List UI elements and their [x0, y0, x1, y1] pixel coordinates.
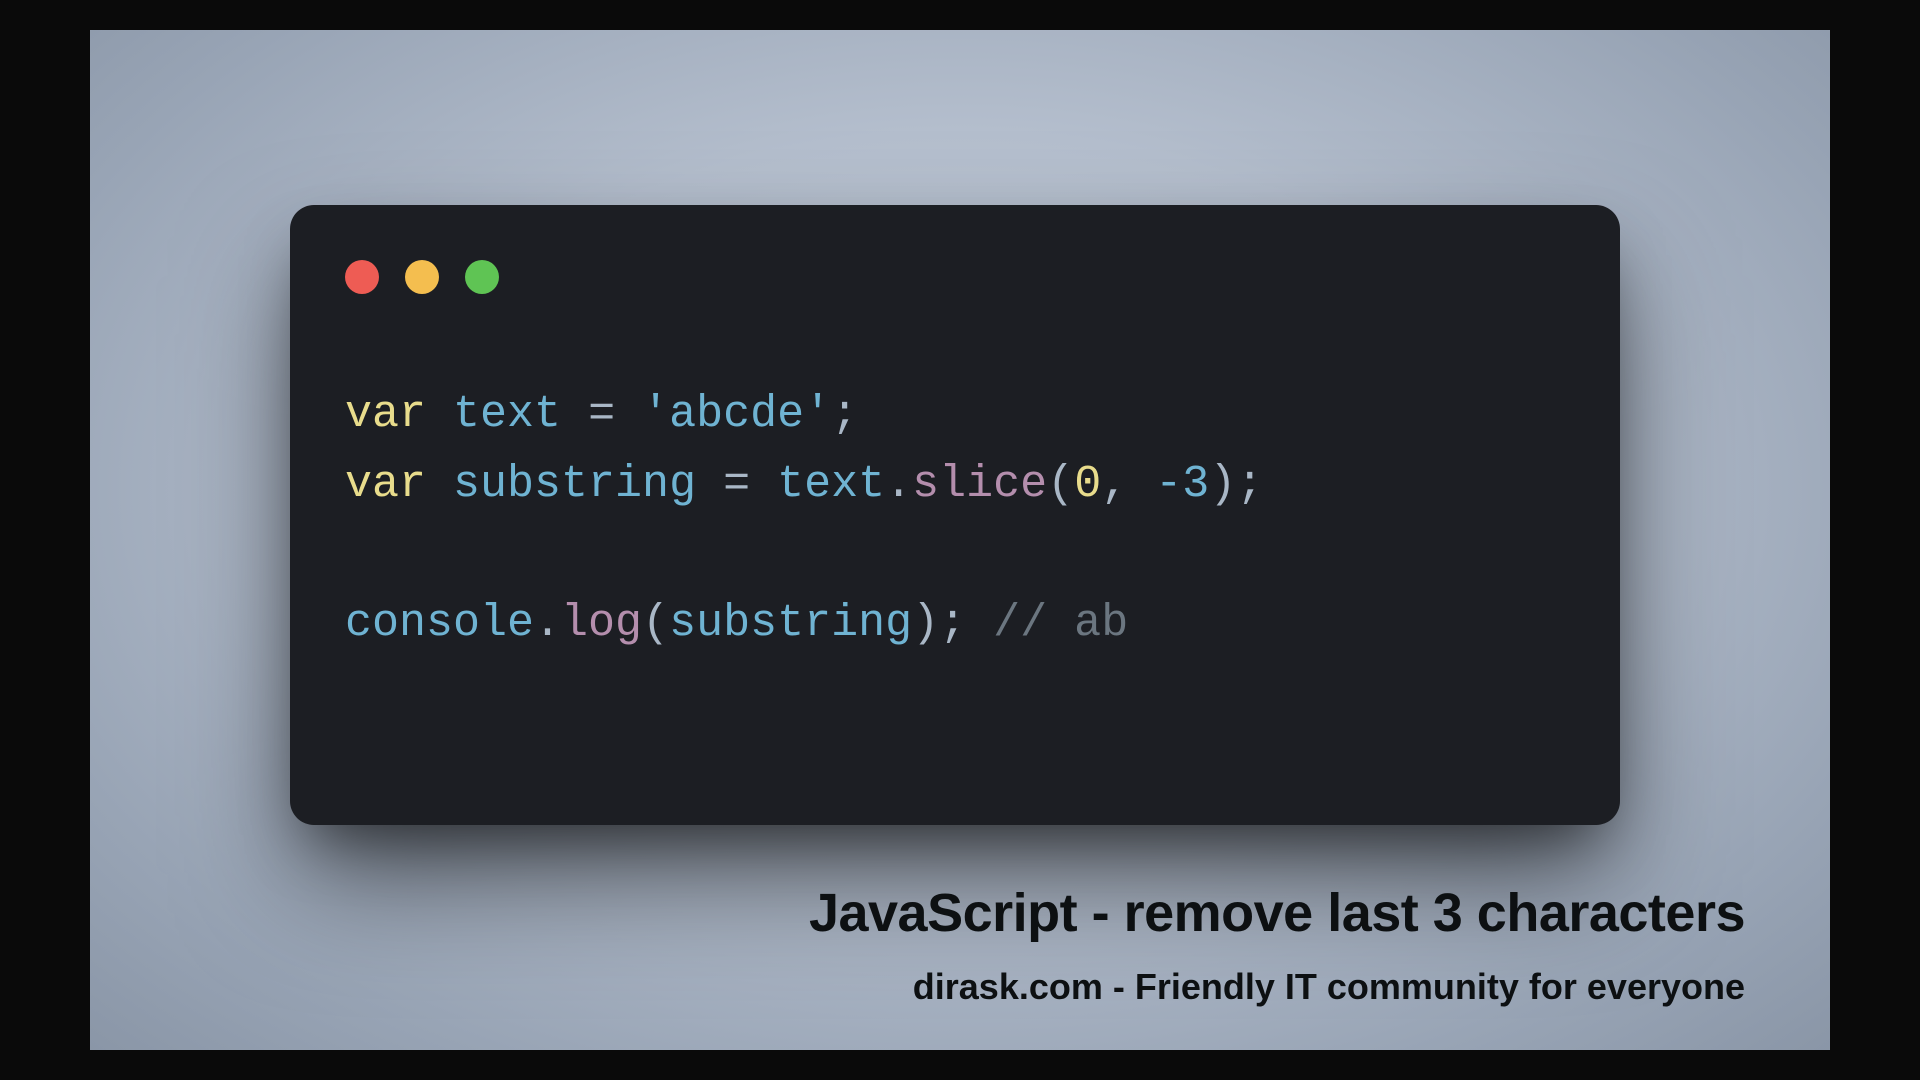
code-block: var text = 'abcde'; var substring = text…	[345, 380, 1263, 659]
code-token: var	[345, 389, 426, 440]
code-window: var text = 'abcde'; var substring = text…	[290, 205, 1620, 825]
window-traffic-lights	[345, 260, 499, 294]
code-token: text	[777, 459, 885, 510]
stage-background: var text = 'abcde'; var substring = text…	[90, 30, 1830, 1050]
code-token: // ab	[993, 598, 1128, 649]
code-token: (	[642, 598, 669, 649]
code-token: var	[345, 459, 426, 510]
code-token: substring	[669, 598, 912, 649]
code-token: console	[345, 598, 534, 649]
code-token: substring	[453, 459, 696, 510]
code-token: =	[561, 389, 642, 440]
code-token: 0	[1074, 459, 1101, 510]
code-token: ,	[1101, 459, 1155, 510]
code-token: -3	[1155, 459, 1209, 510]
code-token	[966, 598, 993, 649]
code-token: slice	[912, 459, 1047, 510]
code-token: )	[912, 598, 939, 649]
code-token: ;	[939, 598, 966, 649]
minimize-icon[interactable]	[405, 260, 439, 294]
code-token: )	[1209, 459, 1236, 510]
code-token: log	[561, 598, 642, 649]
code-token: .	[885, 459, 912, 510]
close-icon[interactable]	[345, 260, 379, 294]
maximize-icon[interactable]	[465, 260, 499, 294]
code-token: ;	[1236, 459, 1263, 510]
code-token: =	[696, 459, 777, 510]
captions: JavaScript - remove last 3 characters di…	[809, 882, 1745, 1008]
caption-subtitle: dirask.com - Friendly IT community for e…	[809, 966, 1745, 1008]
code-token: ;	[831, 389, 858, 440]
code-token: (	[1047, 459, 1074, 510]
code-token: text	[453, 389, 561, 440]
code-token: 'abcde'	[642, 389, 831, 440]
caption-title: JavaScript - remove last 3 characters	[809, 882, 1745, 944]
code-token: .	[534, 598, 561, 649]
